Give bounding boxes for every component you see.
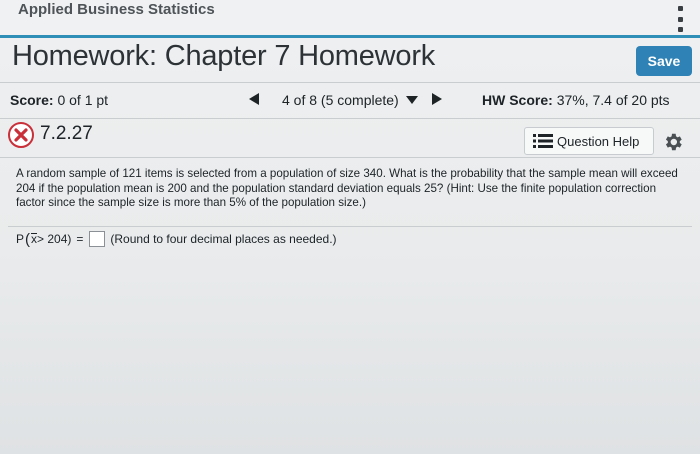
homework-header: Homework: Chapter 7 Homework Save — [0, 38, 700, 82]
question-help-label: Question Help — [557, 133, 640, 149]
previous-question-icon[interactable] — [249, 93, 259, 105]
hw-score-value: 37%, 7.4 of 20 pts — [556, 92, 670, 108]
equals-sign: = — [76, 232, 84, 246]
next-question-icon[interactable] — [432, 93, 442, 105]
open-paren: ( — [25, 230, 31, 248]
answer-row: P ( x > 204) = (Round to four decimal pl… — [16, 228, 337, 250]
question-progress-label: 4 of 8 (5 complete) — [282, 92, 399, 108]
incorrect-x-icon — [8, 122, 34, 148]
question-number: 7.2.27 — [40, 123, 93, 144]
more-options-icon[interactable] — [674, 6, 686, 32]
page-title: Homework: Chapter 7 Homework — [12, 40, 436, 72]
probability-symbol: P — [16, 232, 25, 246]
question-text: A random sample of 121 items is selected… — [16, 167, 678, 209]
rounding-note: (Round to four decimal places as needed.… — [110, 232, 337, 246]
question-progress-dropdown[interactable]: 4 of 8 (5 complete) — [282, 92, 418, 108]
question-bar: 7.2.27 Question Help — [0, 119, 700, 157]
score-label: Score: — [10, 92, 54, 108]
sample-mean-symbol: x — [31, 232, 38, 246]
hw-score-label: HW Score: — [482, 92, 553, 108]
gear-icon[interactable] — [662, 131, 684, 153]
list-icon — [533, 134, 553, 148]
question-body: A random sample of 121 items is selected… — [0, 157, 700, 227]
divider — [8, 226, 692, 227]
answer-input[interactable] — [89, 231, 106, 247]
score-value: 0 of 1 pt — [57, 92, 109, 108]
homework-score: HW Score: 37%, 7.4 of 20 pts — [482, 92, 670, 108]
top-bar: Applied Business Statistics — [0, 0, 700, 38]
answer-condition: > 204) — [37, 232, 72, 246]
question-help-button[interactable]: Question Help — [524, 127, 654, 155]
save-button[interactable]: Save — [636, 46, 692, 76]
question-score: Score: 0 of 1 pt — [10, 92, 108, 108]
course-title: Applied Business Statistics — [18, 1, 215, 18]
caret-down-icon — [405, 96, 418, 104]
score-bar: Score: 0 of 1 pt 4 of 8 (5 complete) HW … — [0, 82, 700, 119]
